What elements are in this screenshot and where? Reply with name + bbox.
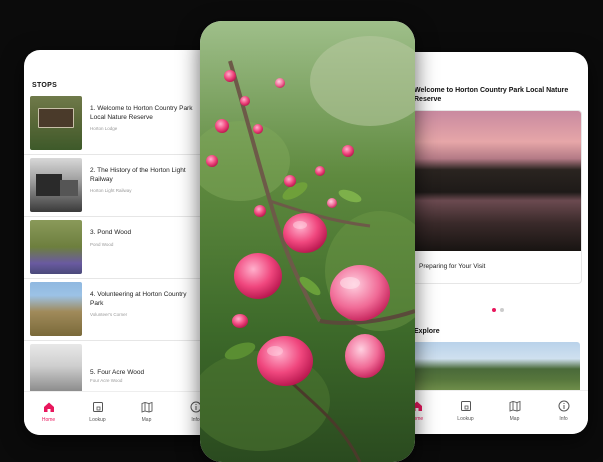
stop-title: 3. Pond Wood xyxy=(90,229,132,236)
map-icon xyxy=(508,399,522,413)
stop-list-item[interactable]: 3. Pond Wood Pond Wood xyxy=(24,216,220,279)
stop-thumbnail xyxy=(30,96,82,150)
stop-list-item[interactable]: 2. The History of the Horton Light Railw… xyxy=(24,154,220,217)
stop-title: 2. The History of the Horton Light Railw… xyxy=(90,167,186,183)
tab-bar: Home Lookup Map Info xyxy=(24,391,220,435)
carousel-dot[interactable] xyxy=(500,308,504,312)
stop-list-item[interactable]: 4. Volunteering at Horton Country Park V… xyxy=(24,278,220,341)
tab-lookup[interactable]: Lookup xyxy=(446,399,486,422)
welcome-title: Welcome to Horton Country Park Local Nat… xyxy=(414,87,569,103)
stop-subtitle: Horton Lodge xyxy=(90,126,118,131)
stop-subtitle: Volunteer's Corner xyxy=(90,312,128,317)
stop-subtitle: Four Acre Wood xyxy=(90,378,123,383)
lookup-icon xyxy=(91,400,105,414)
stop-thumbnail xyxy=(30,220,82,274)
stop-thumbnail xyxy=(30,158,82,212)
tab-map[interactable]: Map xyxy=(127,400,167,423)
tab-info[interactable]: Info xyxy=(544,399,584,422)
stop-thumbnail xyxy=(30,344,82,398)
stop-subtitle: Horton Light Railway xyxy=(90,188,132,193)
carousel-dot-active[interactable] xyxy=(492,308,496,312)
apple-blossom-photo xyxy=(200,21,415,462)
info-icon xyxy=(557,399,571,413)
tab-label: Info xyxy=(559,416,568,422)
left-phone-screen: STOPS 1. Welcome to Horton Country Park … xyxy=(24,50,220,435)
lookup-icon xyxy=(459,399,473,413)
tab-label: Map xyxy=(509,416,520,422)
stop-title: 4. Volunteering at Horton Country Park xyxy=(90,291,187,307)
tab-map[interactable]: Map xyxy=(495,399,535,422)
tab-label: Lookup xyxy=(457,416,474,422)
stop-title: 5. Four Acre Wood xyxy=(90,369,145,376)
carousel-dots[interactable] xyxy=(492,308,504,312)
tab-label: Home xyxy=(41,417,56,423)
tab-home[interactable]: Home xyxy=(29,400,69,423)
stops-heading: STOPS xyxy=(32,82,58,89)
center-phone-screen xyxy=(200,21,415,462)
tab-label: Info xyxy=(191,417,200,423)
stop-list-item[interactable]: 1. Welcome to Horton Country Park Local … xyxy=(24,92,220,155)
home-icon xyxy=(42,400,56,414)
stop-thumbnail xyxy=(30,282,82,336)
card-caption: Preparing for Your Visit xyxy=(419,263,486,270)
map-icon xyxy=(140,400,154,414)
right-phone-screen: Welcome to Horton Country Park Local Nat… xyxy=(392,52,588,434)
tab-bar: Home Lookup Map Info xyxy=(392,390,588,434)
sunset-pond-image xyxy=(413,111,581,251)
tab-label: Lookup xyxy=(89,417,106,423)
stop-subtitle: Pond Wood xyxy=(90,242,114,247)
visit-card[interactable]: Preparing for Your Visit xyxy=(412,110,582,284)
stop-title: 1. Welcome to Horton Country Park Local … xyxy=(90,105,193,121)
explore-heading: Explore xyxy=(414,328,440,335)
tab-lookup[interactable]: Lookup xyxy=(78,400,118,423)
tab-label: Map xyxy=(141,417,152,423)
